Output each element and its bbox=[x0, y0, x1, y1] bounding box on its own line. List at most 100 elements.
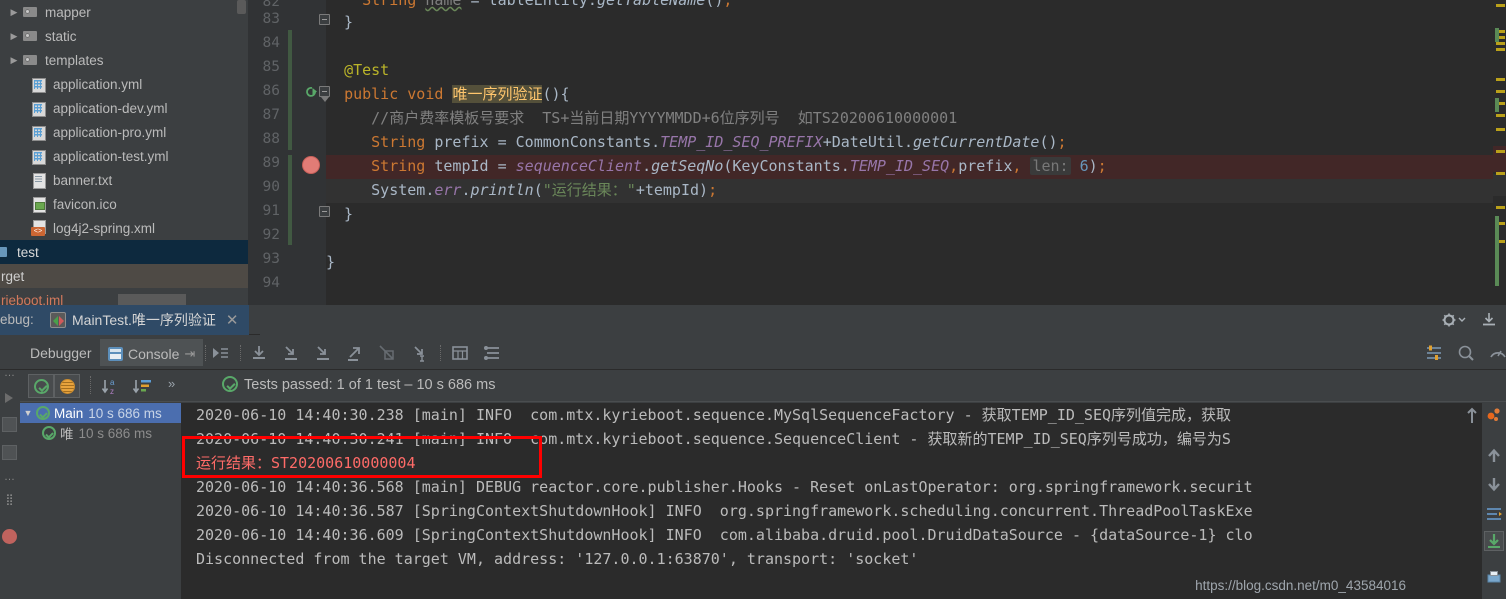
step-over-icon[interactable] bbox=[249, 343, 269, 363]
debug-tabs-row: ebug: MainTest.唯一序列验证 ✕ bbox=[0, 305, 1506, 335]
mute-breakpoints-icon[interactable] bbox=[2, 529, 17, 544]
tests-passed-status: Tests passed: 1 of 1 test – 10 s 686 ms bbox=[222, 376, 495, 393]
tree-item-log4j2-spring-xml[interactable]: log4j2-spring.xml bbox=[0, 216, 248, 240]
pause-program-icon[interactable] bbox=[2, 417, 17, 432]
code-fold-stripe bbox=[288, 155, 292, 245]
debug-label: ebug: bbox=[0, 312, 34, 327]
tree-item-favicon-ico[interactable]: favicon.ico bbox=[0, 192, 248, 216]
project-tree-panel[interactable]: ▶ mapper ▶ static ▶ templates applicatio… bbox=[0, 0, 248, 305]
breakpoint-icon[interactable] bbox=[303, 157, 319, 173]
yml-file-icon bbox=[30, 148, 48, 165]
step-out-icon[interactable] bbox=[345, 343, 365, 363]
run-test-icon[interactable] bbox=[304, 84, 320, 100]
top-area: ▶ mapper ▶ static ▶ templates applicatio… bbox=[0, 0, 1506, 305]
scroll-up-icon[interactable] bbox=[1485, 447, 1503, 465]
console-line: Disconnected from the target VM, address… bbox=[196, 550, 919, 568]
settings-list-icon[interactable] bbox=[482, 343, 502, 363]
search-highlight-bar bbox=[118, 294, 186, 305]
resume-program-icon[interactable] bbox=[2, 391, 17, 406]
tree-item-application-dev-yml[interactable]: application-dev.yml bbox=[0, 96, 248, 120]
show-passed-toggle[interactable] bbox=[28, 374, 54, 398]
more-options-icon[interactable]: … bbox=[2, 471, 17, 486]
tree-item-static[interactable]: ▶ static bbox=[0, 24, 248, 48]
text-file-icon bbox=[30, 172, 48, 189]
line-number: 89 bbox=[262, 155, 280, 171]
code-line-83: } bbox=[326, 13, 354, 31]
sort-alphabetically-icon[interactable]: a z bbox=[100, 376, 120, 396]
layout-settings-icon[interactable] bbox=[1424, 343, 1444, 363]
yml-file-icon bbox=[30, 100, 48, 117]
close-icon[interactable]: ✕ bbox=[226, 311, 239, 329]
debug-config-icon bbox=[50, 312, 66, 328]
tree-item-templates[interactable]: ▶ templates bbox=[0, 48, 248, 72]
checkmark-circle-icon bbox=[33, 378, 49, 394]
line-number: 91 bbox=[262, 203, 280, 219]
chevron-down-icon[interactable]: ▼ bbox=[20, 408, 36, 418]
console-right-toolbar[interactable] bbox=[1482, 403, 1506, 599]
export-icon[interactable] bbox=[1480, 311, 1498, 329]
speedometer-icon[interactable] bbox=[1488, 343, 1506, 363]
tab-debugger[interactable]: Debugger bbox=[22, 339, 100, 366]
chevron-right-icon[interactable]: ▶ bbox=[6, 7, 22, 18]
drop-frame-icon[interactable] bbox=[377, 343, 397, 363]
tree-item-application-pro-yml[interactable]: application-pro.yml bbox=[0, 120, 248, 144]
test-tree-row-case[interactable]: 唯 10 s 686 ms bbox=[20, 423, 181, 443]
debug-tool-window: … … ⣿ ebug: MainTest.唯一序列验证 ✕ Debugger C… bbox=[0, 305, 1506, 599]
tree-item-application-yml[interactable]: application.yml bbox=[0, 72, 248, 96]
editor-marker-bar[interactable] bbox=[1493, 0, 1506, 305]
soft-wrap-icon[interactable] bbox=[1485, 505, 1503, 523]
tree-item-label: application.yml bbox=[53, 76, 143, 92]
tree-item-banner-txt[interactable]: banner.txt bbox=[0, 168, 248, 192]
tree-item-application-test-yml[interactable]: application-test.yml bbox=[0, 144, 248, 168]
print-icon[interactable] bbox=[1485, 569, 1503, 587]
scrollbar-up-arrow[interactable] bbox=[1464, 405, 1480, 427]
tree-item-label: favicon.ico bbox=[53, 196, 117, 212]
tree-item-label: rget bbox=[1, 268, 25, 284]
checkmark-circle-icon bbox=[36, 406, 50, 420]
step-into-icon[interactable] bbox=[281, 343, 301, 363]
scroll-down-icon[interactable] bbox=[1485, 475, 1503, 493]
sort-by-duration-icon[interactable] bbox=[132, 376, 152, 396]
chevron-right-icon[interactable]: ▶ bbox=[6, 55, 22, 66]
code-line-87: //商户费率模板号要求 TS+当前日期YYYYMMDD+6位序列号 如TS202… bbox=[371, 109, 958, 127]
console-output[interactable]: 2020-06-10 14:40:30.238 [main] INFO com.… bbox=[182, 403, 1482, 599]
chevron-right-icon[interactable]: ▶ bbox=[6, 31, 22, 42]
pin-tab-icon[interactable]: ⇥ bbox=[184, 346, 195, 362]
scroll-to-end-button[interactable] bbox=[1484, 531, 1504, 551]
image-file-icon bbox=[30, 196, 48, 213]
code-content[interactable]: String name = tableEntity.getTableName()… bbox=[326, 0, 1506, 305]
show-execution-point-icon[interactable] bbox=[210, 343, 230, 363]
expand-all-icon[interactable]: » bbox=[168, 376, 188, 396]
svg-text:a: a bbox=[110, 378, 115, 387]
tree-item-test[interactable]: test bbox=[0, 240, 248, 264]
test-results-tree[interactable]: ▼ Main 10 s 686 ms 唯 10 s 686 ms bbox=[20, 403, 182, 599]
gear-icon[interactable] bbox=[1440, 312, 1470, 328]
editor-gutter[interactable]: 82 83 84 85 86 87 88 89 90 91 92 93 94 bbox=[248, 0, 330, 305]
tab-console[interactable]: Console ⇥ bbox=[100, 339, 204, 366]
folder-icon bbox=[22, 4, 40, 20]
show-ignored-toggle[interactable] bbox=[54, 374, 80, 398]
run-to-cursor-icon[interactable] bbox=[409, 343, 429, 363]
rerun-icon[interactable] bbox=[1485, 407, 1503, 425]
force-step-into-icon[interactable] bbox=[313, 343, 333, 363]
inspect-icon[interactable] bbox=[1456, 343, 1476, 363]
console-line-result: 运行结果：ST20200610000004 bbox=[196, 454, 416, 472]
line-number: 85 bbox=[262, 59, 280, 75]
stop-icon[interactable] bbox=[2, 445, 17, 460]
tree-item-mapper[interactable]: ▶ mapper bbox=[0, 0, 248, 24]
tests-passed-text: Tests passed: 1 of 1 test – 10 s 686 ms bbox=[244, 377, 496, 393]
run-config-tab[interactable]: MainTest.唯一序列验证 ✕ bbox=[40, 305, 249, 335]
evaluate-expression-icon[interactable] bbox=[450, 343, 470, 363]
console-line: 2020-06-10 14:40:36.609 [SpringContextSh… bbox=[196, 526, 1253, 544]
test-tree-row-main[interactable]: ▼ Main 10 s 686 ms bbox=[20, 403, 181, 423]
code-line-93: } bbox=[326, 253, 336, 271]
line-number: 83 bbox=[262, 11, 280, 27]
view-breakpoints-icon[interactable]: ⣿ bbox=[2, 495, 17, 510]
code-editor[interactable]: 82 83 84 85 86 87 88 89 90 91 92 93 94 S… bbox=[248, 0, 1506, 305]
tree-item-target[interactable]: rget bbox=[0, 264, 248, 288]
ignored-circle-icon bbox=[59, 378, 75, 394]
tree-item-iml[interactable]: rieboot.iml bbox=[0, 288, 248, 305]
test-tree-label: 唯 bbox=[60, 427, 74, 442]
tree-item-label: mapper bbox=[45, 4, 91, 20]
line-number: 90 bbox=[262, 179, 280, 195]
